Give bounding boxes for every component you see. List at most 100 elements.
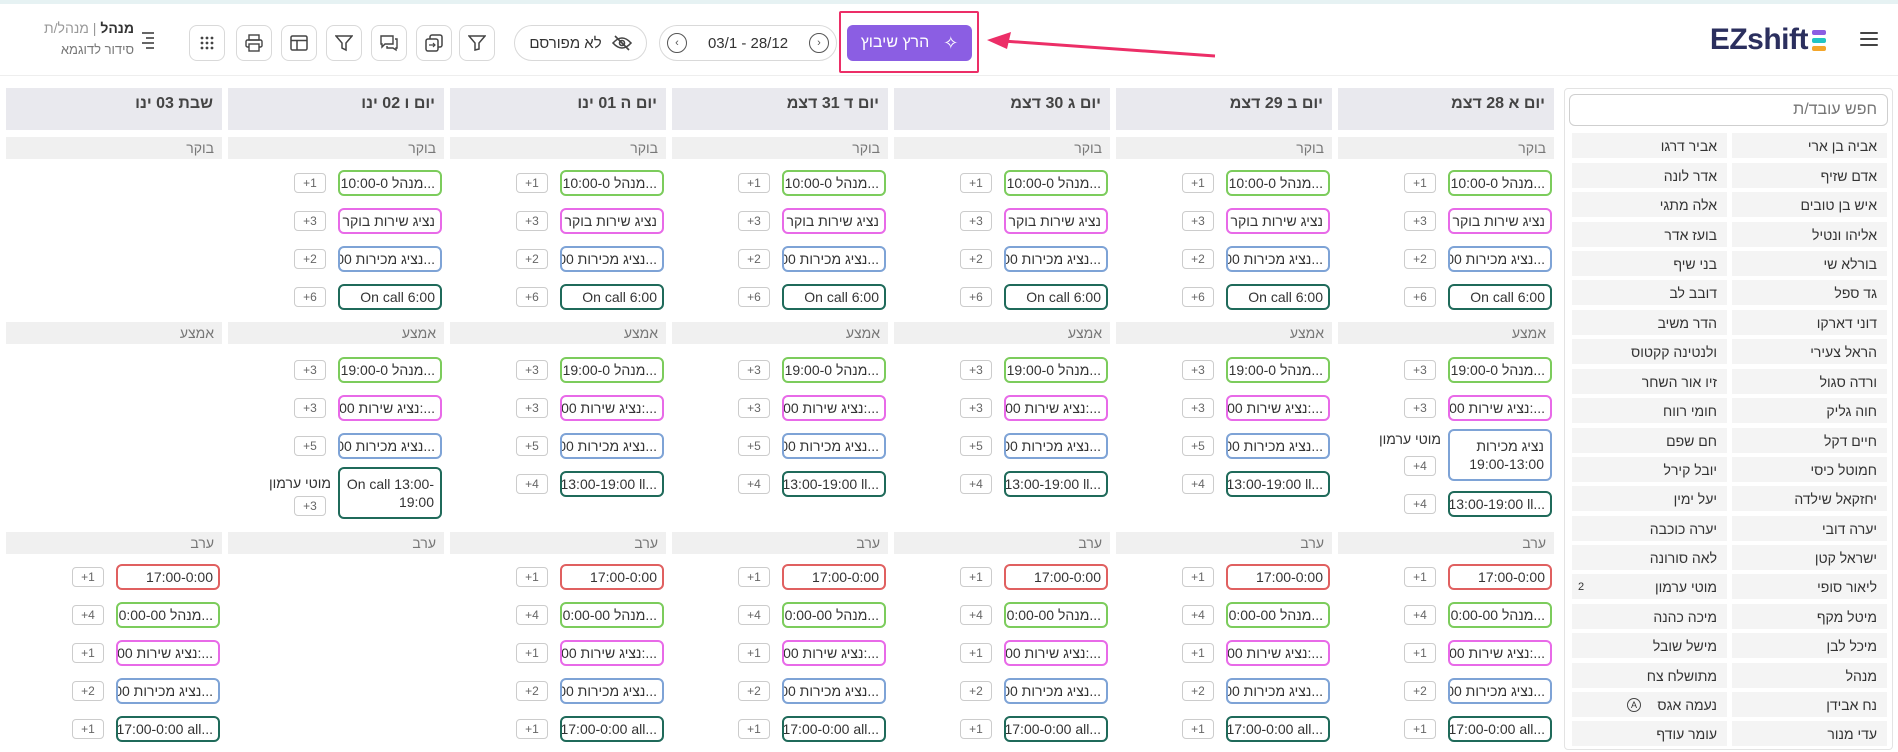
open-slots-count[interactable]: +3 [960, 211, 992, 231]
employee-item[interactable]: נעמה אגס A [1572, 692, 1727, 717]
open-slots-count[interactable]: +2 [72, 681, 104, 701]
open-slots-count[interactable]: +6 [738, 287, 770, 307]
employee-item[interactable]: בועז אדר [1572, 222, 1727, 247]
shift-block[interactable]: נציג שירות 00:... [782, 640, 886, 666]
menu-icon[interactable] [1860, 32, 1878, 46]
print-button[interactable] [236, 25, 272, 61]
shift-block[interactable]: נציג שירות 00:... [1226, 395, 1330, 421]
employee-item[interactable]: יעל ימין [1572, 486, 1727, 511]
open-slots-count[interactable]: +1 [960, 567, 992, 587]
employee-item[interactable]: מישל שובל [1572, 633, 1727, 658]
shift-block[interactable]: מנהל 0:00-00... [1004, 602, 1108, 628]
open-slots-count[interactable]: +5 [1182, 436, 1214, 456]
publish-status-button[interactable]: לא מפורסם [514, 25, 647, 61]
open-slots-count[interactable]: +2 [294, 249, 326, 269]
employee-item[interactable]: יערה כוכבה [1572, 516, 1727, 541]
shift-block[interactable]: 17:00-0:00 all... [116, 716, 220, 742]
employee-item[interactable]: ישראל קטן [1732, 545, 1887, 570]
employee-item[interactable]: חומי רווח [1572, 398, 1727, 423]
employee-item[interactable]: עומר עודף [1572, 721, 1727, 746]
open-slots-count[interactable]: +1 [1404, 567, 1436, 587]
shift-block[interactable]: 17:00-0:00 [560, 564, 664, 590]
open-slots-count[interactable]: +6 [516, 287, 548, 307]
shift-block[interactable]: מנהל 0:00-00... [116, 602, 220, 628]
shift-block[interactable]: מנהל 10:00-0... [338, 170, 442, 196]
open-slots-count[interactable]: +4 [1182, 605, 1214, 625]
open-slots-count[interactable]: +1 [516, 567, 548, 587]
open-slots-count[interactable]: +1 [738, 643, 770, 663]
employee-item[interactable]: יערה דובי [1732, 516, 1887, 541]
shift-block[interactable]: 17:00-0:00 all... [782, 716, 886, 742]
open-slots-count[interactable]: +4 [738, 605, 770, 625]
shift-block[interactable]: מנהל 19:00-0... [560, 357, 664, 383]
shift-block[interactable]: נציג שירות 00:... [782, 395, 886, 421]
employee-item[interactable]: יובל קירל [1572, 457, 1727, 482]
open-slots-count[interactable]: +1 [72, 567, 104, 587]
employee-item[interactable]: ורדה סגול [1732, 369, 1887, 394]
open-slots-count[interactable]: +4 [516, 605, 548, 625]
employee-search-input[interactable] [1569, 94, 1888, 126]
shift-block[interactable]: נציג מכירות 00... [782, 678, 886, 704]
shift-block[interactable]: נציג מכירות 00... [1226, 246, 1330, 272]
open-slots-count[interactable]: +4 [1404, 494, 1436, 514]
employee-item[interactable]: חוה גליק [1732, 398, 1887, 423]
shift-block[interactable]: נציג שירות 00:... [116, 640, 220, 666]
open-slots-count[interactable]: +3 [1182, 398, 1214, 418]
layout-button[interactable] [281, 25, 317, 61]
open-slots-count[interactable]: +3 [738, 398, 770, 418]
open-slots-count[interactable]: +6 [960, 287, 992, 307]
shift-block[interactable]: 17:00-0:00 [1448, 564, 1552, 590]
shift-block[interactable]: נציג מכירות 00... [1004, 433, 1108, 459]
shift-block[interactable]: נציג שירות 00:... [560, 395, 664, 421]
shift-block[interactable]: נציג שירות 00:... [1004, 395, 1108, 421]
open-slots-count[interactable]: +3 [1404, 398, 1436, 418]
employee-item[interactable]: אדר לונה [1572, 163, 1727, 188]
shift-block[interactable]: נציג מכירות 00... [560, 678, 664, 704]
shift-block[interactable]: 17:00-0:00 [116, 564, 220, 590]
employee-item[interactable]: זיו אור השחר [1572, 369, 1727, 394]
shift-block[interactable]: נציג מכירות 00... [1004, 678, 1108, 704]
open-slots-count[interactable]: +1 [72, 719, 104, 739]
chat-button[interactable] [371, 25, 407, 61]
shift-block[interactable]: On call 6:00 [560, 284, 664, 310]
shift-block[interactable]: נציג שירות בוקר [782, 208, 886, 234]
open-slots-count[interactable]: +2 [738, 249, 770, 269]
open-slots-count[interactable]: +1 [294, 173, 326, 193]
shift-block[interactable]: נציג שירות בוקר [338, 208, 442, 234]
shift-block[interactable]: נציג שירות בוקר [560, 208, 664, 234]
shift-block[interactable]: On call 6:00 [1448, 284, 1552, 310]
shift-block[interactable]: מנהל 19:00-0... [1226, 357, 1330, 383]
shift-block[interactable]: 17:00-0:00 all... [1448, 716, 1552, 742]
open-slots-count[interactable]: +2 [1404, 681, 1436, 701]
employee-item[interactable]: גד ספל [1732, 280, 1887, 305]
shift-block[interactable]: מנהל 10:00-0... [782, 170, 886, 196]
open-slots-count[interactable]: +5 [516, 436, 548, 456]
employee-item[interactable]: אלה מתגי [1572, 192, 1727, 217]
shift-block[interactable]: 17:00-0:00 all... [560, 716, 664, 742]
shift-block[interactable]: נציג שירות 00:... [560, 640, 664, 666]
prev-week-icon[interactable]: ‹ [667, 33, 687, 53]
shift-block[interactable]: מנהל 10:00-0... [1226, 170, 1330, 196]
open-slots-count[interactable]: +3 [960, 398, 992, 418]
shift-block[interactable]: נציג שירות בוקר [1004, 208, 1108, 234]
open-slots-count[interactable]: +2 [1404, 249, 1436, 269]
filter-button[interactable] [459, 25, 495, 61]
employee-item[interactable]: אביר דרגו [1572, 133, 1727, 158]
open-slots-count[interactable]: +3 [1182, 211, 1214, 231]
shift-block[interactable]: נציג שירות 00:... [1004, 640, 1108, 666]
open-slots-count[interactable]: +3 [960, 360, 992, 380]
open-slots-count[interactable]: +3 [1404, 211, 1436, 231]
shift-block[interactable]: נציג שירות 00:... [338, 395, 442, 421]
employee-item[interactable]: מיכל לבן [1732, 633, 1887, 658]
shift-block[interactable]: נציג מכירות 00... [1226, 433, 1330, 459]
shift-block[interactable]: 17:00-0:00 [1004, 564, 1108, 590]
employee-item[interactable]: מתושלח צח [1572, 663, 1727, 688]
shift-block[interactable]: נציג שירות בוקר [1448, 208, 1552, 234]
run-schedule-button[interactable]: הרץ שיבוץ ✧ [847, 25, 972, 61]
employee-item[interactable]: הראל צעירי [1732, 339, 1887, 364]
employee-item[interactable]: חמוטל כיסי [1732, 457, 1887, 482]
shift-block[interactable]: מנהל 0:00-00... [782, 602, 886, 628]
open-slots-count[interactable]: +4 [960, 474, 992, 494]
employee-item[interactable]: הדר משיב [1572, 310, 1727, 335]
open-slots-count[interactable]: +2 [516, 249, 548, 269]
